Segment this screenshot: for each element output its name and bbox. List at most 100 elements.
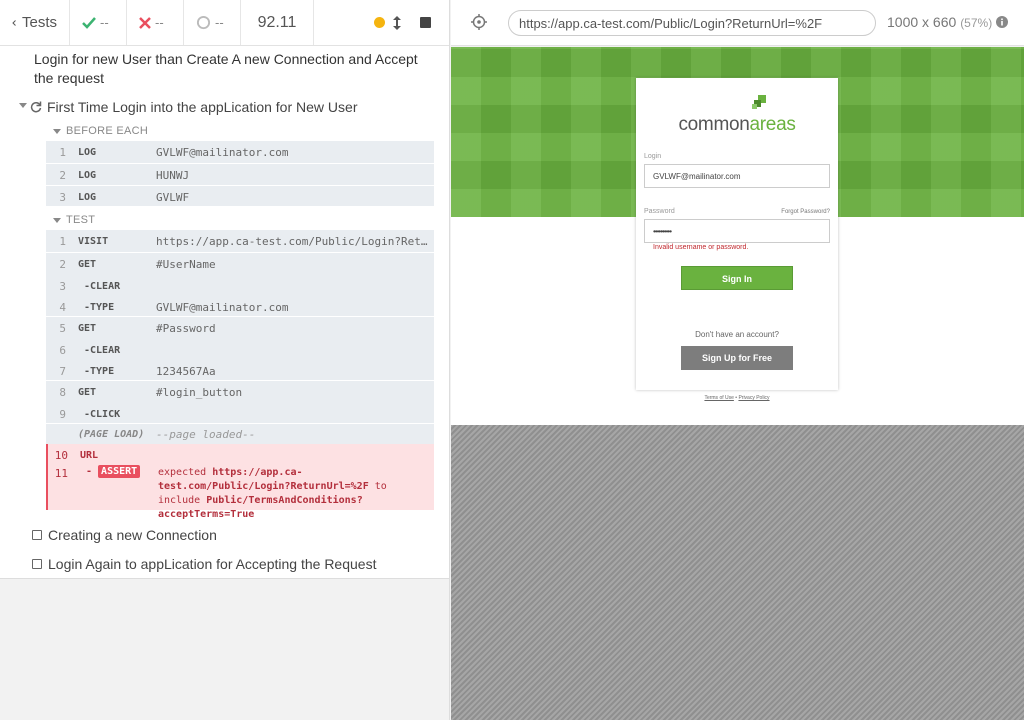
command-number: 8 [59,386,66,399]
command-message: https://app.ca-test.com/Public/Login?Ret… [156,235,428,248]
tests-label: Tests [21,14,57,31]
command-name: -CLICK [84,409,121,420]
command-name: (PAGE LOAD) [78,429,145,440]
command-get-password[interactable]: 5 GET #Password 6 -CLEAR 7 -TYPE 1234567… [46,316,434,380]
reporter-controls [314,0,449,45]
test-title: Creating a new Connection [48,527,217,543]
url-input[interactable]: https://app.ca-test.com/Public/Login?Ret… [508,10,876,36]
assert-label: ASSERT [98,465,141,478]
command-name: LOG [78,170,97,181]
command-message: #login_button [156,386,243,399]
expected-word: expected [158,467,207,478]
command-log-3[interactable]: 3 LOG GVLWF [46,185,434,206]
command-message: HUNWJ [156,169,190,182]
info-icon[interactable] [996,16,1009,28]
before-each-label[interactable]: BEFORE EACH [66,125,148,137]
command-message: --page loaded-- [156,428,256,441]
footer-separator: • [735,395,738,401]
test-title[interactable]: First Time Login into the appLication fo… [47,99,357,115]
command-number: 4 [59,301,66,314]
password-field[interactable]: •••••••••• [644,219,830,243]
checkbox-icon [32,530,42,540]
failed-stat: -- [127,0,184,45]
assert-message: expected https://app.ca-test.com/Public/… [158,466,430,522]
logo: commonareas [636,114,838,136]
test-creating-connection[interactable]: Creating a new Connection [32,527,217,543]
caret-down-icon[interactable] [53,218,61,223]
sign-in-button[interactable]: Sign In [681,266,793,290]
command-name: -CLEAR [84,281,121,292]
terms-link[interactable]: Terms of Use [704,395,733,401]
aut-background [451,425,1024,720]
reporter-panel: Tests -- -- -- 92.11 Login for new User … [0,0,450,720]
error-message: Invalid username or password. [653,244,749,251]
check-icon [82,16,96,29]
command-name: LOG [78,147,97,158]
command-message: 1234567Aa [156,365,216,378]
sign-up-button[interactable]: Sign Up for Free [681,346,793,370]
auto-scroll-icon[interactable] [393,15,401,30]
command-message: GVLWF [156,191,190,204]
selector-playground-icon[interactable] [471,14,487,30]
stop-icon[interactable] [420,17,431,28]
command-message: GVLWF@mailinator.com [156,146,289,159]
running-indicator-icon [374,17,385,28]
caret-down-icon[interactable] [53,129,61,134]
suite-title[interactable]: Login for new User than Create A new Con… [34,50,424,88]
caret-down-icon[interactable] [19,103,27,108]
command-name: LOG [78,192,97,203]
command-name: VISIT [78,236,109,247]
viewport-scale: (57%) [960,16,993,30]
chevron-left-icon [12,19,16,26]
logo-text-areas: areas [749,114,796,135]
passed-stat: -- [70,0,127,45]
command-name: -TYPE [84,302,115,313]
duration: 92.11 [241,0,314,45]
aut-iframe: commonareas Login GVLWF@mailinator.com P… [451,47,1024,425]
passed-count: -- [100,15,109,30]
test-label[interactable]: TEST [66,214,95,226]
command-name: -CLEAR [84,345,121,356]
command-log-2[interactable]: 2 LOG HUNWJ [46,163,434,185]
pending-count: -- [215,15,224,30]
command-number: 3 [59,280,66,293]
assert-badge: - ASSERT [86,465,141,478]
command-get-login-button[interactable]: 8 GET #login_button 9 -CLICK [46,380,434,423]
failed-command-block[interactable]: 10 URL 11 - ASSERT expected https://app.… [46,444,434,520]
command-number: 2 [59,258,66,271]
pending-stat: -- [184,0,241,45]
no-account-text: Don't have an account? [695,330,779,339]
command-number: 11 [54,467,68,480]
tests-back-button[interactable]: Tests [0,0,70,45]
command-number: 7 [59,365,66,378]
test-login-again[interactable]: Login Again to appLication for Accepting… [32,556,376,572]
reporter-header: Tests -- -- -- 92.11 [0,0,449,46]
viewport-dimensions: 1000 x 660 [887,14,957,30]
command-name: GET [78,259,97,270]
refresh-icon [30,101,42,113]
command-number: 3 [59,191,66,204]
command-message: GVLWF@mailinator.com [156,301,289,314]
command-page-load[interactable]: (PAGE LOAD) --page loaded-- [46,423,434,444]
command-visit[interactable]: 1 VISIT https://app.ca-test.com/Public/L… [46,230,434,252]
test-title: Login Again to appLication for Accepting… [48,556,377,572]
username-field[interactable]: GVLWF@mailinator.com [644,164,830,188]
checkbox-icon [32,559,42,569]
command-message: #UserName [156,258,216,271]
command-number: 1 [59,235,66,248]
command-number: 10 [54,449,68,462]
aut-header: https://app.ca-test.com/Public/Login?Ret… [451,0,1024,46]
privacy-link[interactable]: Privacy Policy [738,395,769,401]
login-label: Login [644,153,662,160]
command-number: 2 [59,169,66,182]
command-number: 6 [59,344,66,357]
runnables: Login for new User than Create A new Con… [0,46,449,579]
command-name: GET [78,387,97,398]
forgot-password-link[interactable]: Forgot Password? [781,209,830,215]
command-log-1[interactable]: 1 LOG GVLWF@mailinator.com [46,141,434,163]
command-get-username[interactable]: 2 GET #UserName 3 -CLEAR 4 -TYPE GVLWF@m… [46,252,434,316]
footer-links: Terms of Use • Privacy Policy [636,395,838,401]
password-label: Password [644,208,675,215]
command-name: URL [80,450,99,461]
failed-count: -- [155,15,164,30]
